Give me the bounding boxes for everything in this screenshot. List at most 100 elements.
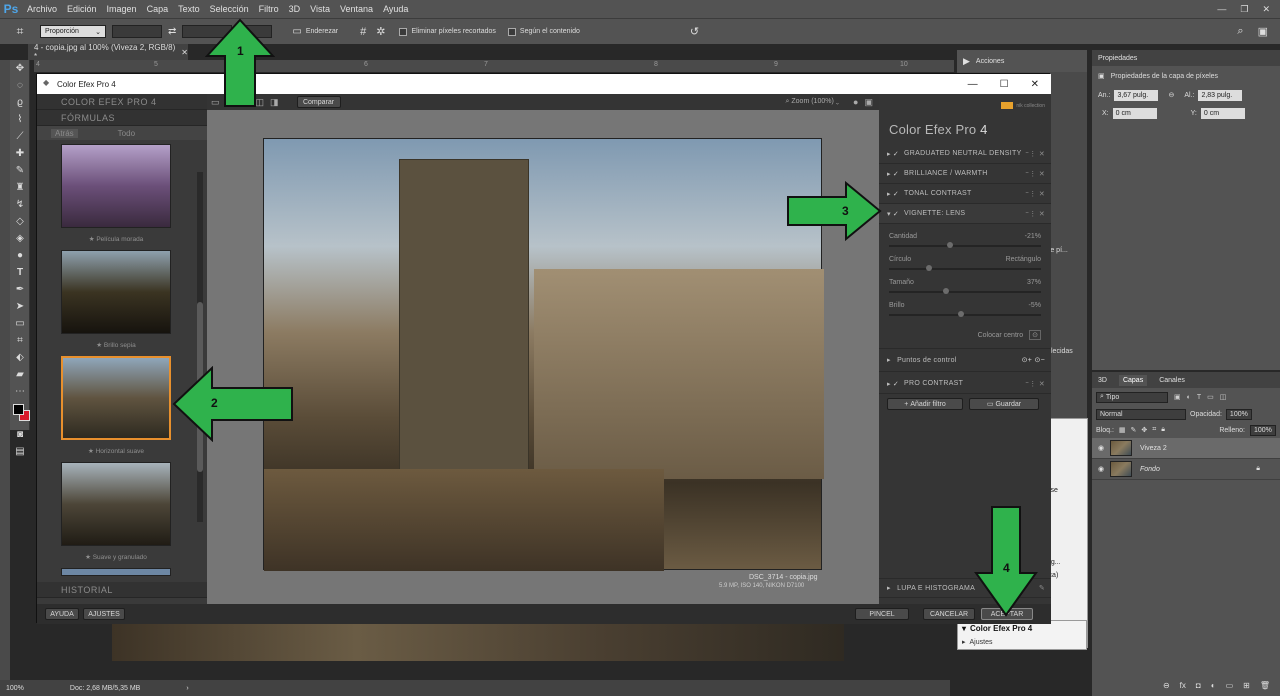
content-aware-checkbox[interactable]: Según el contenido — [507, 27, 580, 36]
tab-capas[interactable]: Capas — [1118, 374, 1148, 386]
filter-controls-icon[interactable]: ⁼⋮ ✕ — [1025, 150, 1045, 158]
minimize-icon[interactable]: — — [968, 79, 978, 90]
move-tool-icon[interactable]: ✥ — [10, 60, 30, 77]
slider-handle[interactable] — [943, 288, 950, 294]
status-zoom[interactable]: 100% — [6, 685, 24, 692]
brush-button[interactable]: PINCEL — [855, 608, 909, 620]
filter-type-icon[interactable]: T — [1197, 394, 1201, 401]
menu-edicion[interactable]: Edición — [62, 4, 102, 14]
y-field[interactable]: 0 cm — [1200, 107, 1245, 119]
workspace-icon[interactable]: ▣ — [1258, 25, 1268, 38]
link-layers-icon[interactable]: ⊖ — [1163, 681, 1170, 690]
height-field[interactable]: 2,83 pulg. — [1198, 89, 1243, 101]
menu-vista[interactable]: Vista — [305, 4, 335, 14]
preset-thumbnail[interactable] — [61, 144, 171, 228]
new-layer-icon[interactable]: ⊞ — [1243, 681, 1250, 690]
control-points-row[interactable]: ▸ Puntos de control ⊙+ ⊙− — [879, 348, 1051, 372]
straighten-button[interactable]: Enderezar — [306, 28, 338, 35]
filter-row-expanded[interactable]: ▾ ✓ VIGNETTE: LENS ⁼⋮ ✕ — [879, 204, 1051, 224]
menu-filtro[interactable]: Filtro — [254, 4, 284, 14]
zoom-control[interactable]: ⌕ Zoom (100%) ⌄ — [786, 98, 840, 106]
close-icon[interactable]: ✕ — [1262, 4, 1270, 15]
panel-toggle-icon[interactable]: ▣ — [864, 97, 873, 108]
menu-imagen[interactable]: Imagen — [102, 4, 142, 14]
expand-icon[interactable]: ▸ — [887, 584, 891, 592]
grid-overlay-icon[interactable]: # — [360, 26, 366, 38]
layer-row[interactable]: ◉ Viveza 2 — [1092, 438, 1280, 459]
more-tools-icon[interactable]: ⋯ — [10, 383, 30, 400]
layer-kind-filter[interactable]: ⌕ Tipo — [1096, 391, 1168, 403]
x-field[interactable]: 0 cm — [1112, 107, 1157, 119]
all-button[interactable]: Todo — [118, 129, 135, 138]
filter-adjust-icon[interactable]: ◐ — [1187, 394, 1191, 401]
background-color-icon[interactable]: ● — [853, 97, 858, 107]
preview-photo[interactable] — [263, 138, 824, 571]
maximize-icon[interactable]: ❐ — [1240, 4, 1248, 15]
path-select-icon[interactable]: ➤ — [10, 298, 30, 315]
ruler-tool-icon[interactable]: ▰ — [10, 366, 30, 383]
eye-icon[interactable]: ◉ — [1092, 444, 1110, 452]
enable-check-icon[interactable]: ✓ — [893, 170, 899, 178]
filter-controls-icon[interactable]: ⁼⋮ ✕ — [1025, 380, 1045, 388]
slider-track[interactable] — [889, 291, 1041, 293]
lock-move-icon[interactable]: ✥ — [1141, 426, 1147, 434]
undo-icon[interactable]: ↺ — [690, 25, 699, 38]
slider-track[interactable] — [889, 245, 1041, 247]
healing-brush-icon[interactable]: ✚ — [10, 145, 30, 162]
filter-controls-icon[interactable]: ⁼⋮ ✕ — [1025, 190, 1045, 198]
fx-icon[interactable]: fx — [1180, 681, 1186, 690]
compare-button[interactable]: Comparar — [296, 96, 341, 108]
lock-all-icon[interactable]: 🔒︎ — [1161, 426, 1165, 434]
status-arrow-icon[interactable]: › — [186, 685, 188, 692]
slider-row[interactable]: Círculo Rectángulo — [879, 253, 1051, 276]
slider-track[interactable] — [889, 314, 1041, 316]
type-tool-icon[interactable]: T — [10, 264, 30, 281]
preset-thumbnail-selected[interactable] — [61, 356, 171, 440]
expand-icon[interactable]: ▸ — [887, 190, 891, 198]
slider-row[interactable]: Brillo -5% — [879, 299, 1051, 322]
place-center-row[interactable]: Colocar centro ⊙ — [879, 322, 1051, 348]
section-formulas[interactable]: FÓRMULAS — [37, 110, 207, 126]
place-center-icon[interactable]: ⊙ — [1029, 330, 1041, 340]
filter-controls-icon[interactable]: ⁼⋮ ✕ — [1025, 210, 1045, 218]
cancel-button[interactable]: CANCELAR — [923, 608, 975, 620]
trash-icon[interactable]: 🗑︎ — [1260, 681, 1270, 690]
minimize-icon[interactable]: — — [1217, 4, 1226, 15]
gear-icon[interactable]: ✲ — [376, 25, 385, 38]
group-icon[interactable]: ▭ — [1226, 681, 1234, 690]
filter-row[interactable]: ▸ ✓ PRO CONTRAST ⁼⋮ ✕ — [879, 374, 1051, 394]
pin-icon[interactable]: ✎ — [1039, 584, 1045, 592]
help-button[interactable]: AYUDA — [45, 608, 79, 620]
add-filter-button[interactable]: + Añadir filtro — [887, 398, 963, 410]
filter-shape-icon[interactable]: ▭ — [1207, 393, 1214, 401]
sidebar-scrollbar[interactable] — [197, 172, 203, 522]
stamp-tool-icon[interactable]: ♜ — [10, 179, 30, 196]
straighten-icon[interactable]: ▭ — [292, 26, 301, 37]
document-tab[interactable]: 4 - copia.jpg al 100% (Viveza 2, RGB/8) … — [28, 43, 188, 61]
menu-capa[interactable]: Capa — [142, 4, 174, 14]
filter-row[interactable]: ▸ ✓ TONAL CONTRAST ⁼⋮ ✕ — [879, 184, 1051, 204]
fill-field[interactable]: 100% — [1250, 424, 1276, 436]
shape-tool-icon[interactable]: ▭ — [10, 315, 30, 332]
pen-tool-icon[interactable]: ✒ — [10, 281, 30, 298]
delete-cropped-checkbox[interactable]: Eliminar píxeles recortados — [399, 27, 496, 36]
slider-handle[interactable] — [947, 242, 954, 248]
expand-icon[interactable]: ▾ — [962, 624, 966, 633]
slider-handle[interactable] — [957, 311, 964, 317]
maximize-icon[interactable]: ☐ — [1000, 79, 1009, 90]
filter-row[interactable]: ▸ ✓ GRADUATED NEUTRAL DENSITY ⁼⋮ ✕ — [879, 144, 1051, 164]
expand-icon[interactable]: ▸ — [887, 380, 891, 388]
eraser-icon[interactable]: ◇ — [10, 213, 30, 230]
menu-seleccion[interactable]: Selección — [205, 4, 254, 14]
menu-ayuda[interactable]: Ayuda — [378, 4, 413, 14]
width-field[interactable]: 3,67 pulg. — [1114, 89, 1159, 101]
foreground-color[interactable] — [13, 404, 24, 415]
screen-mode-icon[interactable]: ▤ — [10, 443, 30, 460]
section-color-efex[interactable]: COLOR EFEX PRO 4 — [37, 94, 207, 110]
section-history[interactable]: HISTORIAL — [37, 582, 207, 598]
lock-transparent-icon[interactable]: ▦ — [1119, 426, 1126, 434]
preset-thumbnail[interactable] — [61, 250, 171, 334]
back-button[interactable]: Atrás — [51, 128, 78, 138]
opacity-field[interactable]: 100% — [1225, 408, 1252, 420]
control-point-add-icon[interactable]: ⊙+ ⊙− — [1022, 356, 1045, 364]
